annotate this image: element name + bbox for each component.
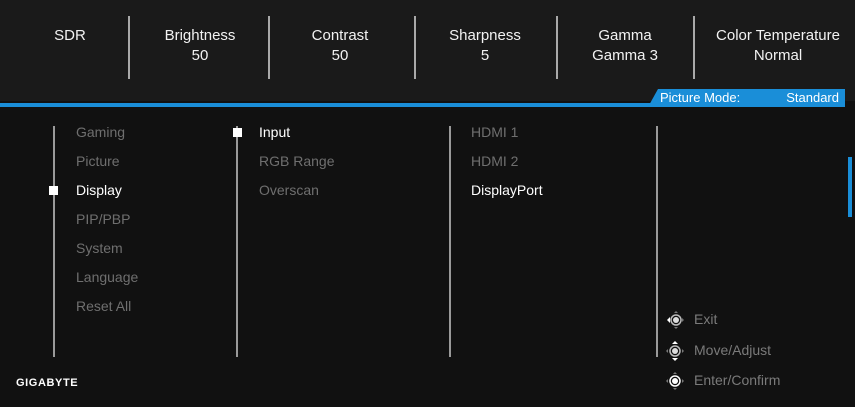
scroll-indicator <box>848 157 852 217</box>
brand-logo: GIGABYTE <box>16 377 79 389</box>
status-brightness-label: Brightness <box>164 27 236 44</box>
menu-item-pip-pbp[interactable]: PIP/PBP <box>76 211 130 227</box>
status-bar: SDR Brightness 50 Contrast 50 Sharpness … <box>0 0 855 101</box>
sub-menu-line <box>236 126 238 357</box>
status-brightness-value: 50 <box>191 47 209 64</box>
status-color-temperature: Color Temperature Normal <box>708 26 848 66</box>
guide-enter-confirm-label: Enter/Confirm <box>694 372 781 388</box>
picture-mode-tab: Picture Mode: Standard <box>648 89 845 107</box>
menu-item-display[interactable]: Display <box>76 182 122 198</box>
status-divider <box>128 16 130 79</box>
selection-marker <box>233 128 242 137</box>
status-divider <box>693 16 695 79</box>
status-sharpness-value: 5 <box>480 47 490 64</box>
status-color-temperature-value: Normal <box>753 47 803 64</box>
joystick-left-icon <box>667 311 684 329</box>
status-sdr: SDR <box>40 26 100 46</box>
status-divider <box>414 16 416 79</box>
menu-item-language[interactable]: Language <box>76 269 138 285</box>
menu-item-reset-all[interactable]: Reset All <box>76 298 131 314</box>
status-divider <box>556 16 558 79</box>
status-gamma-value: Gamma 3 <box>592 47 658 64</box>
guide-line <box>656 126 658 357</box>
option-item-hdmi-2[interactable]: HDMI 2 <box>471 153 518 169</box>
status-gamma-label: Gamma <box>598 27 652 44</box>
submenu-item-rgb-range[interactable]: RGB Range <box>259 153 334 169</box>
menu-item-gaming[interactable]: Gaming <box>76 124 125 140</box>
main-menu-line <box>53 126 55 357</box>
guide-move-adjust-label: Move/Adjust <box>694 342 772 358</box>
guide-exit-label: Exit <box>694 311 718 327</box>
joystick-updown-icon <box>666 341 684 361</box>
status-contrast: Contrast 50 <box>285 26 395 66</box>
picture-mode-label: Picture Mode: <box>660 90 741 105</box>
status-color-temperature-label: Color Temperature <box>716 27 840 44</box>
submenu-item-overscan[interactable]: Overscan <box>259 182 319 198</box>
selection-marker <box>49 186 58 195</box>
option-menu-line <box>449 126 451 357</box>
status-divider <box>268 16 270 79</box>
menu-item-picture[interactable]: Picture <box>76 153 120 169</box>
status-brightness: Brightness 50 <box>145 26 255 66</box>
status-gamma: Gamma Gamma 3 <box>570 26 680 66</box>
status-sharpness: Sharpness 5 <box>430 26 540 66</box>
menu-item-system[interactable]: System <box>76 240 123 256</box>
status-sharpness-label: Sharpness <box>449 27 521 44</box>
option-item-displayport[interactable]: DisplayPort <box>471 182 543 198</box>
option-item-hdmi-1[interactable]: HDMI 1 <box>471 124 518 140</box>
submenu-item-input[interactable]: Input <box>259 124 290 140</box>
status-contrast-label: Contrast <box>311 27 369 44</box>
status-contrast-value: 50 <box>331 47 349 64</box>
joystick-press-icon <box>666 372 684 390</box>
picture-mode-value: Standard <box>786 90 839 105</box>
status-sdr-label: SDR <box>54 27 86 44</box>
osd-menu: SDR Brightness 50 Contrast 50 Sharpness … <box>0 0 855 407</box>
